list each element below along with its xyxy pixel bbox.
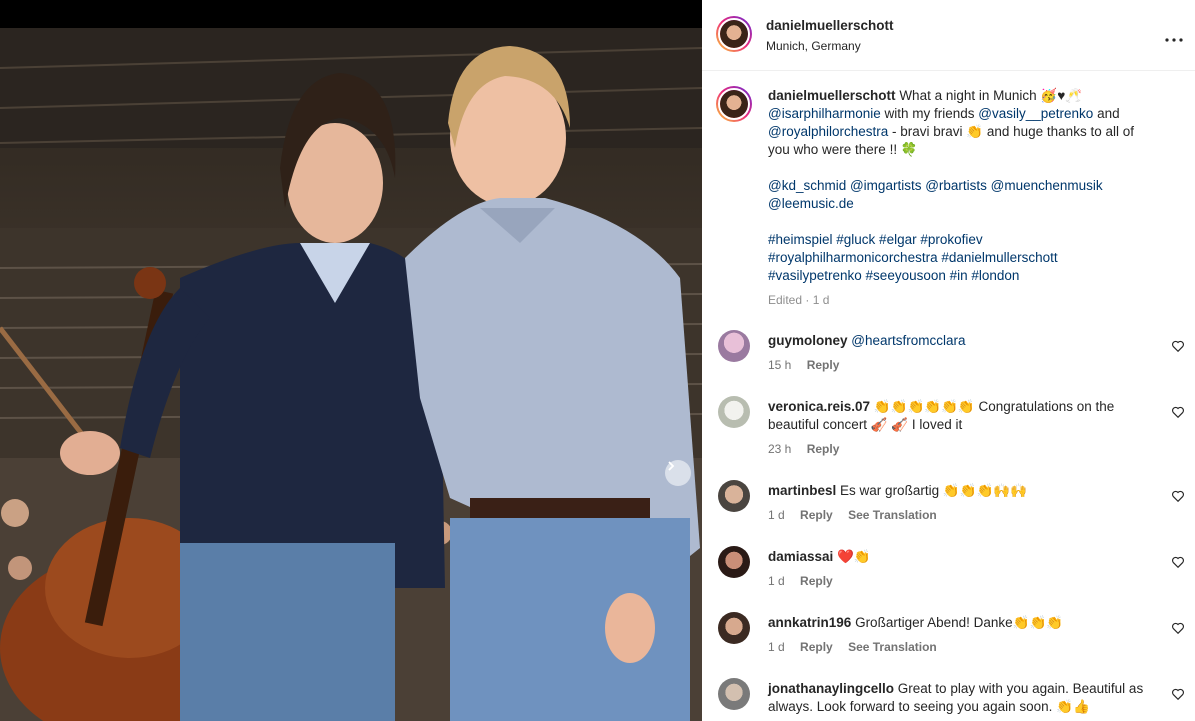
clap-emoji: 👏 [966,124,984,139]
comment-avatar[interactable] [718,480,750,512]
caption-tags-line1[interactable]: @kd_schmid @imgartists @rbartists @muenc… [768,177,1168,195]
mention-isarphilharmonie[interactable]: @isarphilharmonie [768,106,881,121]
caption-bravi: - bravi bravi [888,124,967,139]
comment-username[interactable]: annkatrin196 [768,615,851,630]
comment-username[interactable]: jonathanaylingcello [768,681,894,696]
carousel-next-button[interactable] [665,460,691,486]
post-caption: danielmuellerschott What a night in Muni… [768,87,1168,309]
comment-item: veronica.reis.07 👏👏👏👏👏👏 Congratulations … [768,398,1168,434]
caption-hashtags-line1[interactable]: #heimspiel #gluck #elgar #prokofiev [768,231,1168,249]
like-comment-heart-icon[interactable] [1171,555,1185,569]
comment-avatar[interactable] [718,546,750,578]
comment-item: jonathanaylingcello Great to play with y… [768,680,1168,716]
like-comment-heart-icon[interactable] [1171,405,1185,419]
caption-with-friends: with my friends [880,106,979,121]
author-avatar[interactable] [716,16,752,52]
post-sidebar: danielmuellerschott Munich, Germany dani… [702,0,1195,721]
post-location[interactable]: Munich, Germany [766,39,861,53]
comment-reply-button[interactable]: Reply [807,442,840,456]
comment-username[interactable]: damiassai [768,549,833,564]
post-photo[interactable] [0,28,702,721]
like-comment-heart-icon[interactable] [1171,621,1185,635]
like-comment-heart-icon[interactable] [1171,687,1185,701]
comment-avatar[interactable] [718,330,750,362]
comment-avatar[interactable] [718,612,750,644]
comment-item: annkatrin196 Großartiger Abend! Danke👏👏👏 [768,614,1168,632]
caption-author-avatar[interactable] [716,86,752,122]
comment-text-continued: beautiful concert 🎻 🎻 I loved it [768,417,963,432]
comment-item: guymoloney @heartsfromcclara [768,332,1168,350]
comment-time: 1 d [768,574,785,588]
comment-username[interactable]: guymoloney [768,333,848,348]
comment-reply-button[interactable]: Reply [800,574,833,588]
comment-text: ❤️👏 [837,549,871,564]
post-media [0,0,702,721]
caption-huge-thanks: and huge thanks to all of [983,124,1134,139]
comment-username[interactable]: martinbesl [768,483,836,498]
comment-time: 23 h [768,442,792,456]
comment-text-continued: always. Look forward to seeing you again… [768,699,1090,714]
comment-avatar[interactable] [718,678,750,710]
concert-photo-illustration [0,28,702,721]
comment-reply-button[interactable]: Reply [807,358,840,372]
caption-tags-line2[interactable]: @leemusic.de [768,195,1168,213]
comment-item: damiassai ❤️👏 [768,548,1168,566]
see-translation-button[interactable]: See Translation [848,508,937,522]
caption-emoji: 🥳♥🥂 [1040,88,1083,103]
comment-time: 1 d [768,508,785,522]
mention-vasily-petrenko[interactable]: @vasily__petrenko [978,106,1093,121]
comment-meta: 15 h Reply [768,358,851,372]
caption-line4: you who were there !! [768,142,901,157]
comment-time: 1 d [768,640,785,654]
caption-edited-time: Edited · 1 d [768,293,830,307]
clover-emoji: 🍀 [900,142,918,157]
comment-time: 15 h [768,358,792,372]
caption-hashtags-line2[interactable]: #royalphilharmonicorchestra #danielmulle… [768,249,1168,267]
caption-line1-text: What a night in Munich [899,88,1037,103]
like-comment-heart-icon[interactable] [1171,339,1185,353]
comment-mention[interactable]: @heartsfromcclara [851,333,965,348]
more-horizontal-icon [1165,38,1183,42]
see-translation-button[interactable]: See Translation [848,640,937,654]
comment-text: Great to play with you again. Beautiful … [897,681,1144,696]
comment-item: martinbesl Es war großartig 👏👏👏🙌🙌 [768,482,1168,500]
comment-meta: 1 d Reply [768,574,845,588]
mention-royalphilorchestra[interactable]: @royalphilorchestra [768,124,888,139]
caption-hashtags-line3[interactable]: #vasilypetrenko #seeyousoon #in #london [768,267,1168,285]
caption-username[interactable]: danielmuellerschott [768,88,896,103]
like-comment-heart-icon[interactable] [1171,489,1185,503]
comment-reply-button[interactable]: Reply [800,508,833,522]
post-header: danielmuellerschott Munich, Germany [702,0,1195,71]
comment-meta: 1 d Reply See Translation [768,508,949,522]
comment-meta: 23 h Reply [768,442,851,456]
caption-and: and [1093,106,1120,121]
comment-meta: 1 d Reply See Translation [768,640,949,654]
author-username[interactable]: danielmuellerschott [766,18,894,33]
comment-text: Großartiger Abend! Danke👏👏👏 [855,615,1064,630]
comment-text: 👏👏👏👏👏👏 Congratulations on the [873,399,1115,414]
comment-reply-button[interactable]: Reply [800,640,833,654]
comment-avatar[interactable] [718,396,750,428]
chevron-right-icon [668,461,675,471]
more-options-button[interactable] [1165,26,1183,47]
comment-text: Es war großartig 👏👏👏🙌🙌 [840,483,1027,498]
comment-username[interactable]: veronica.reis.07 [768,399,870,414]
